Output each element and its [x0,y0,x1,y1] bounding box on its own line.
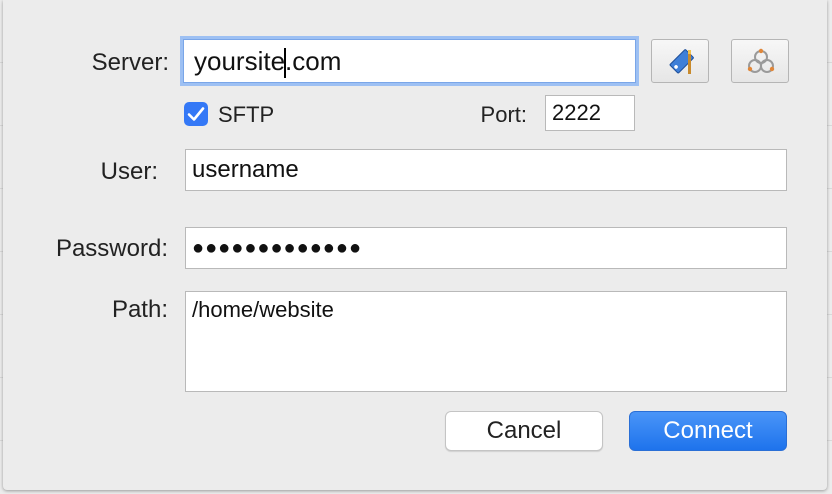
server-label: Server: [91,49,169,76]
sftp-checkbox[interactable] [184,102,208,126]
cancel-button[interactable]: Cancel [445,411,603,451]
port-field[interactable]: 2222 [545,95,635,131]
bookmark-tag-icon [669,49,694,74]
path-field[interactable]: /home/website [185,291,787,392]
server-field[interactable]: yoursite.com [183,39,636,83]
browse-network-button[interactable] [731,39,789,83]
user-label: User: [100,158,158,185]
server-value-end: .com [285,46,342,76]
path-label: Path: [111,296,168,323]
server-value-start: yoursite [194,46,286,76]
checkmark-icon [187,107,205,121]
port-label: Port: [480,102,527,127]
password-label: Password: [55,235,168,262]
user-field[interactable]: username [185,149,787,191]
connect-button[interactable]: Connect [629,411,787,451]
connect-dialog: Server: yoursite.com SFTP Port: 2222 Use… [3,0,827,490]
sftp-label: SFTP [218,102,275,127]
password-field[interactable]: ●●●●●●●●●●●●● [185,227,787,269]
network-browse-icon [747,48,775,73]
bookmarks-button[interactable] [651,39,709,83]
